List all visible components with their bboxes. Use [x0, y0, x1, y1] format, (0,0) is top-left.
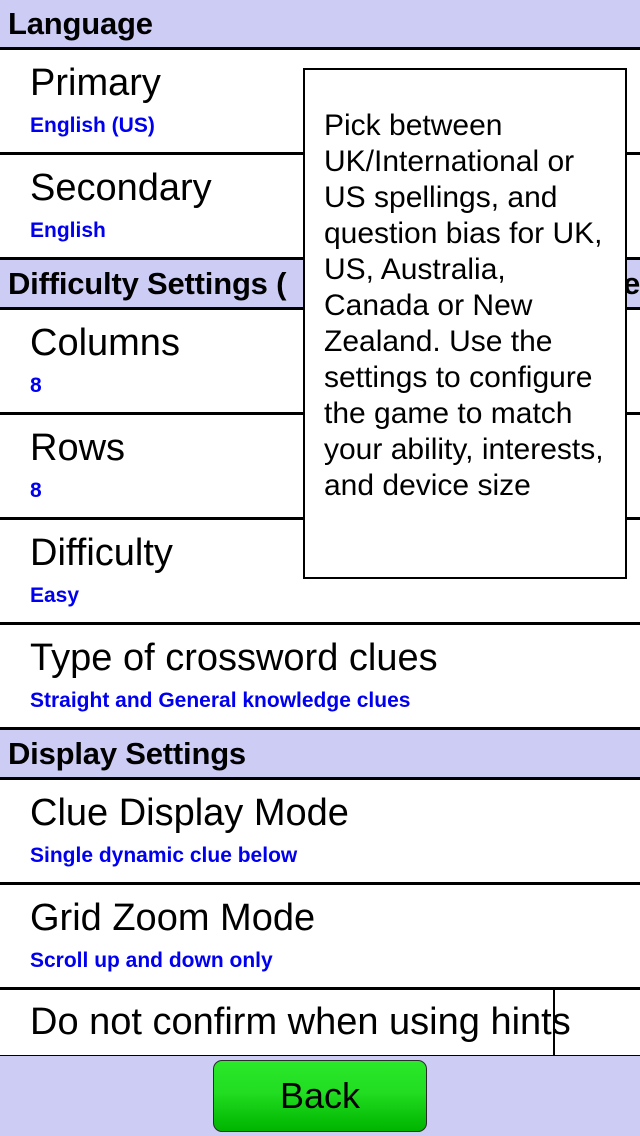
section-header-label: Display Settings: [8, 735, 246, 771]
setting-value: Easy: [30, 584, 80, 607]
setting-label: Type of crossword clues: [30, 637, 438, 679]
back-button-label: Back: [279, 1075, 361, 1116]
setting-label: Clue Display Mode: [30, 792, 349, 834]
back-button[interactable]: Back: [213, 1060, 427, 1132]
section-header-label: Difficulty Settings (: [8, 265, 287, 301]
setting-value: Straight and General knowledge clues: [30, 689, 411, 712]
section-header-label: Language: [8, 5, 153, 41]
setting-row-clue-display-mode[interactable]: Clue Display Mode Single dynamic clue be…: [0, 780, 640, 885]
help-tooltip-text: Pick between UK/International or US spel…: [324, 109, 604, 502]
settings-screen: Language Primary English (US) Secondary …: [0, 0, 640, 1136]
setting-row-clue-type[interactable]: Type of crossword clues Straight and Gen…: [0, 625, 640, 730]
help-tooltip[interactable]: Pick between UK/International or US spel…: [303, 68, 627, 579]
setting-row-grid-zoom-mode[interactable]: Grid Zoom Mode Scroll up and down only: [0, 885, 640, 990]
section-header-language: Language: [0, 0, 640, 50]
setting-value: Scroll up and down only: [30, 949, 273, 972]
setting-label: Grid Zoom Mode: [30, 897, 316, 939]
section-header-display-settings: Display Settings: [0, 730, 640, 780]
setting-label: Do not confirm when using hints: [30, 1001, 571, 1043]
setting-value: Single dynamic clue below: [30, 844, 298, 867]
bottom-bar: Back: [0, 1056, 640, 1136]
setting-row-no-confirm-hints[interactable]: Do not confirm when using hints: [0, 990, 640, 1058]
no-confirm-hints-checkbox[interactable]: [553, 988, 640, 1062]
